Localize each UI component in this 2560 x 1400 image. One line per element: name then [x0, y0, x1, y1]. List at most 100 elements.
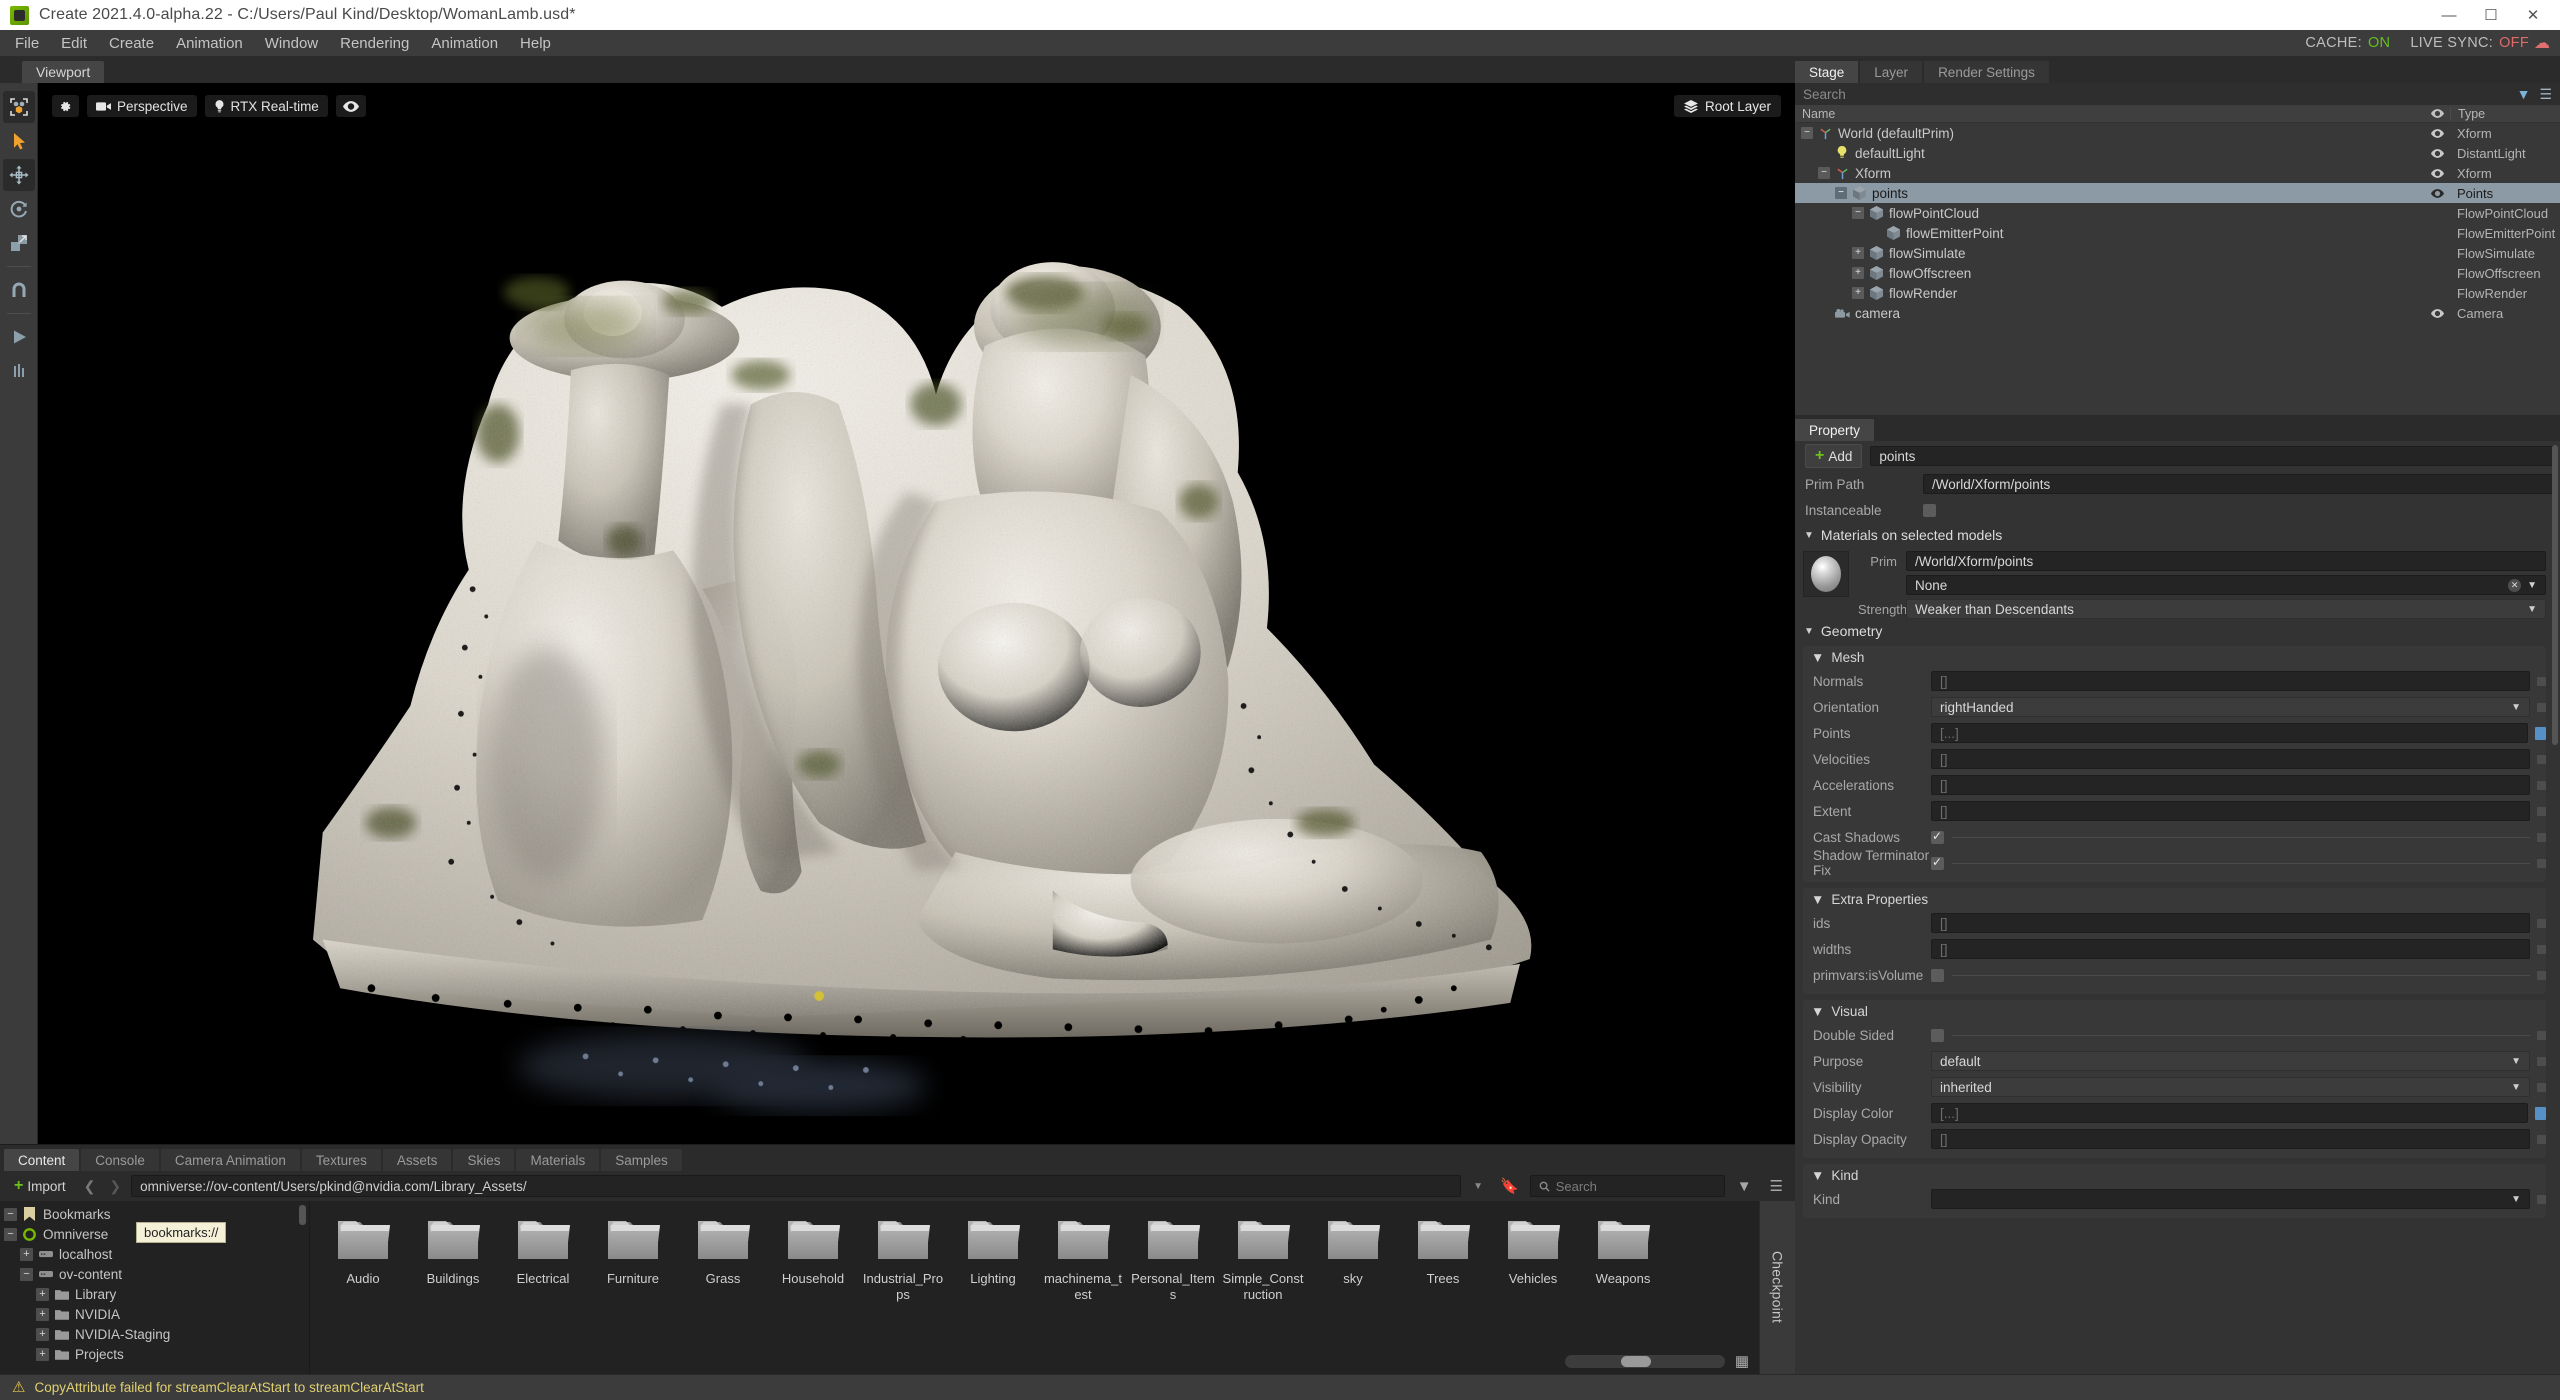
slider-knob[interactable]: [1620, 1355, 1651, 1367]
content-folder-item[interactable]: Furniture: [588, 1213, 678, 1287]
path-input[interactable]: omniverse://ov-content/Users/pkind@nvidi…: [131, 1175, 1462, 1197]
visibility-combo[interactable]: inherited ▼: [1931, 1077, 2530, 1097]
content-folder-item[interactable]: Grass: [678, 1213, 768, 1287]
visibility-toggle-icon[interactable]: [2424, 148, 2450, 158]
tab-property[interactable]: Property: [1795, 419, 1875, 441]
prim-path-input[interactable]: /World/Xform/points: [1923, 474, 2554, 494]
path-dropdown-icon[interactable]: ▼: [1467, 1181, 1489, 1192]
cast-shadows-checkbox[interactable]: [1931, 829, 1944, 844]
tab-layer[interactable]: Layer: [1860, 61, 1923, 83]
content-menu-icon[interactable]: ☰: [1764, 1177, 1789, 1195]
nav-back-icon[interactable]: ❮: [80, 1178, 100, 1195]
content-tree-scrollbar[interactable]: [299, 1205, 306, 1225]
tab-stage[interactable]: Stage: [1795, 61, 1859, 83]
add-property-button[interactable]: + Add: [1805, 444, 1863, 468]
content-folder-item[interactable]: Vehicles: [1488, 1213, 1578, 1287]
maximize-button[interactable]: ☐: [2470, 1, 2512, 29]
orientation-combo[interactable]: rightHanded ▼: [1931, 697, 2530, 717]
expander-icon[interactable]: −: [1852, 207, 1864, 219]
expander-icon[interactable]: +: [36, 1327, 49, 1341]
tree-item-bookmarks[interactable]: − Bookmarks: [0, 1204, 309, 1224]
chevron-down-icon[interactable]: ▼: [2527, 580, 2537, 591]
bookmark-icon[interactable]: 🔖: [1495, 1177, 1524, 1195]
content-folder-item[interactable]: Electrical: [498, 1213, 588, 1287]
tree-item-ov-content[interactable]: − ov-content: [0, 1264, 309, 1284]
stage-options-icon[interactable]: ☰: [2537, 86, 2560, 103]
normals-input[interactable]: []: [1931, 671, 2530, 691]
stage-tree-row-world-defaultprim[interactable]: − World (defaultPrim) Xform: [1795, 123, 2560, 143]
visibility-toggle-icon[interactable]: [2424, 188, 2450, 198]
visual-sub-header[interactable]: ▼ Visual: [1803, 1000, 2546, 1022]
content-folder-item[interactable]: Audio: [318, 1213, 408, 1287]
tab-content[interactable]: Content: [4, 1149, 80, 1171]
content-folder-item[interactable]: sky: [1308, 1213, 1398, 1287]
menu-animation-2[interactable]: Animation: [420, 30, 509, 57]
shadow-terminator-fix-checkbox[interactable]: [1931, 855, 1944, 870]
expander-icon[interactable]: −: [1818, 167, 1830, 179]
tab-assets[interactable]: Assets: [382, 1149, 452, 1171]
purpose-combo[interactable]: default ▼: [1931, 1051, 2530, 1071]
menu-edit[interactable]: Edit: [50, 30, 98, 57]
expander-icon[interactable]: −: [4, 1207, 17, 1221]
tab-materials[interactable]: Materials: [516, 1149, 600, 1171]
tab-console[interactable]: Console: [81, 1149, 159, 1171]
materials-section-header[interactable]: ▼ Materials on selected models: [1795, 523, 2554, 547]
stage-tree-row-flowoffscreen[interactable]: + flowOffscreen FlowOffscreen: [1795, 263, 2560, 283]
content-folder-item[interactable]: Lighting: [948, 1213, 1038, 1287]
content-search-input[interactable]: Search: [1529, 1175, 1725, 1197]
snap-tool-icon[interactable]: [3, 274, 35, 306]
rotate-tool-icon[interactable]: [3, 193, 35, 225]
menu-window[interactable]: Window: [254, 30, 329, 57]
renderer-selector-button[interactable]: RTX Real-time: [204, 95, 328, 117]
mesh-sub-header[interactable]: ▼ Mesh: [1803, 646, 2546, 668]
tab-textures[interactable]: Textures: [301, 1149, 381, 1171]
content-folder-item[interactable]: machinema_test: [1038, 1213, 1128, 1304]
physics-tool-icon[interactable]: [3, 355, 35, 387]
stage-tree-row-defaultlight[interactable]: defaultLight DistantLight: [1795, 143, 2560, 163]
stage-tree-row-points[interactable]: − points Points: [1795, 183, 2560, 203]
material-prim-input[interactable]: /World/Xform/points: [1906, 551, 2546, 571]
viewport-settings-button[interactable]: [52, 95, 79, 117]
chevron-down-icon[interactable]: ▼: [2511, 702, 2521, 713]
prim-name-input[interactable]: points: [1870, 446, 2554, 466]
expander-icon[interactable]: +: [1852, 287, 1864, 299]
points-input[interactable]: [...]: [1931, 723, 2528, 743]
nav-forward-icon[interactable]: ❯: [105, 1178, 125, 1195]
content-folder-item[interactable]: Household: [768, 1213, 858, 1287]
widths-input[interactable]: []: [1931, 939, 2530, 959]
content-folder-item[interactable]: Personal_Items: [1128, 1213, 1218, 1304]
expander-icon[interactable]: −: [1835, 187, 1847, 199]
display-opacity-input[interactable]: []: [1931, 1129, 2530, 1149]
expander-icon[interactable]: −: [4, 1227, 17, 1241]
material-preview[interactable]: [1803, 551, 1849, 597]
viewport-3d[interactable]: Perspective RTX Real-time Root Layer: [38, 83, 1795, 1144]
expander-icon[interactable]: +: [36, 1307, 49, 1321]
root-layer-button[interactable]: Root Layer: [1673, 95, 1781, 117]
ids-input[interactable]: []: [1931, 913, 2530, 933]
selection-mode-icon[interactable]: [2, 91, 35, 123]
chevron-down-icon[interactable]: ▼: [2511, 1194, 2521, 1205]
content-folder-item[interactable]: Industrial_Props: [858, 1213, 948, 1304]
stage-tree-row-flowpointcloud[interactable]: − flowPointCloud FlowPointCloud: [1795, 203, 2560, 223]
expander-icon[interactable]: −: [20, 1267, 33, 1281]
extra-sub-header[interactable]: ▼ Extra Properties: [1803, 888, 2546, 910]
stage-tree-row-xform[interactable]: − Xform Xform: [1795, 163, 2560, 183]
expander-icon[interactable]: [1818, 307, 1830, 319]
stage-tree-row-flowsimulate[interactable]: + flowSimulate FlowSimulate: [1795, 243, 2560, 263]
viewport-visibility-button[interactable]: [335, 95, 366, 117]
stage-tree-row-flowemitterpoint[interactable]: flowEmitterPoint FlowEmitterPoint: [1795, 223, 2560, 243]
import-button[interactable]: + Import: [6, 1175, 74, 1197]
stage-tree-row-flowrender[interactable]: + flowRender FlowRender: [1795, 283, 2560, 303]
tab-render-settings[interactable]: Render Settings: [1924, 61, 2049, 83]
extent-input[interactable]: []: [1931, 801, 2530, 821]
menu-file[interactable]: File: [4, 30, 50, 57]
menu-help[interactable]: Help: [509, 30, 562, 57]
tree-item-projects[interactable]: + Projects: [0, 1344, 309, 1364]
stage-tree-row-camera[interactable]: camera Camera: [1795, 303, 2560, 323]
thumbnail-size-slider[interactable]: [1564, 1354, 1725, 1368]
primvars-isvolume-checkbox[interactable]: [1931, 968, 1944, 982]
expander-icon[interactable]: +: [36, 1287, 49, 1301]
stage-search-input[interactable]: Search: [1795, 83, 2510, 105]
grid-view-icon[interactable]: ▦: [1735, 1352, 1749, 1370]
content-folder-item[interactable]: Buildings: [408, 1213, 498, 1287]
